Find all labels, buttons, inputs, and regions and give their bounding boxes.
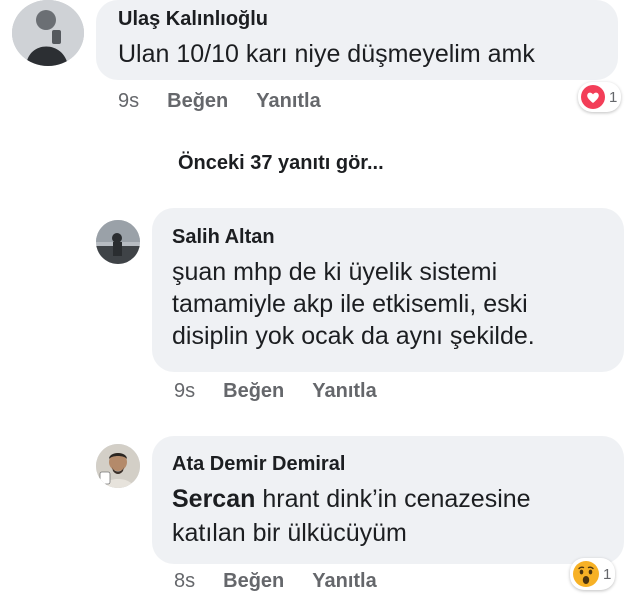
reply-text-line: şuan mhp de ki üyelik sistemi: [172, 258, 498, 286]
comment-thread: Ulaş Kalınlıoğlu Ulan 10/10 karı niye dü…: [0, 0, 635, 595]
avatar[interactable]: [96, 220, 140, 264]
profile-photo-icon: [12, 0, 84, 66]
reply-text-line: katılan bir ülkücüyüm: [172, 519, 407, 547]
reaction-badge[interactable]: 1: [570, 558, 616, 590]
reply-text: şuan mhp de ki üyelik sistemi tamamiyle …: [172, 256, 535, 352]
reaction-count: 1: [603, 565, 612, 583]
profile-photo-icon: [96, 444, 140, 488]
profile-photo-icon: [96, 220, 140, 264]
reply-actions: 8s Beğen Yanıtla: [174, 570, 377, 593]
reply-author[interactable]: Salih Altan: [172, 226, 275, 249]
reaction-badge[interactable]: 1: [578, 82, 622, 112]
like-button[interactable]: Beğen: [167, 90, 228, 113]
like-button[interactable]: Beğen: [223, 570, 284, 593]
heart-reaction-icon: [581, 85, 605, 109]
reply-text-line: disiplin yok ocak da aynı şekilde.: [172, 322, 535, 350]
avatar[interactable]: [96, 444, 140, 488]
reply-text-line: tamamiyle akp ile etkisemli, eski: [172, 290, 528, 318]
reply-timestamp[interactable]: 9s: [174, 380, 195, 403]
reply-timestamp[interactable]: 8s: [174, 570, 195, 593]
reply-button[interactable]: Yanıtla: [312, 570, 376, 593]
like-button[interactable]: Beğen: [223, 380, 284, 403]
reply-text-fragment: hrant dink’in cenazesine: [255, 485, 531, 513]
reply-text-line: Sercan hrant dink’in cenazesine: [172, 482, 531, 516]
comment-timestamp[interactable]: 9s: [118, 90, 139, 113]
avatar[interactable]: [12, 0, 84, 66]
comment-text: Ulan 10/10 karı niye düşmeyelim amk: [118, 40, 535, 68]
comment-actions: 9s Beğen Yanıtla: [118, 90, 321, 113]
reply-text: Sercan hrant dink’in cenazesine katılan …: [172, 482, 531, 550]
reaction-count: 1: [609, 88, 618, 106]
view-previous-replies-link[interactable]: Önceki 37 yanıtı gör...: [178, 152, 384, 175]
reply-author[interactable]: Ata Demir Demiral: [172, 453, 345, 476]
reply-button[interactable]: Yanıtla: [256, 90, 320, 113]
reply-button[interactable]: Yanıtla: [312, 380, 376, 403]
reply-actions: 9s Beğen Yanıtla: [174, 380, 377, 403]
comment-author[interactable]: Ulaş Kalınlıoğlu: [118, 8, 268, 31]
mention-link[interactable]: Sercan: [172, 485, 255, 513]
wow-reaction-icon: [573, 561, 599, 587]
